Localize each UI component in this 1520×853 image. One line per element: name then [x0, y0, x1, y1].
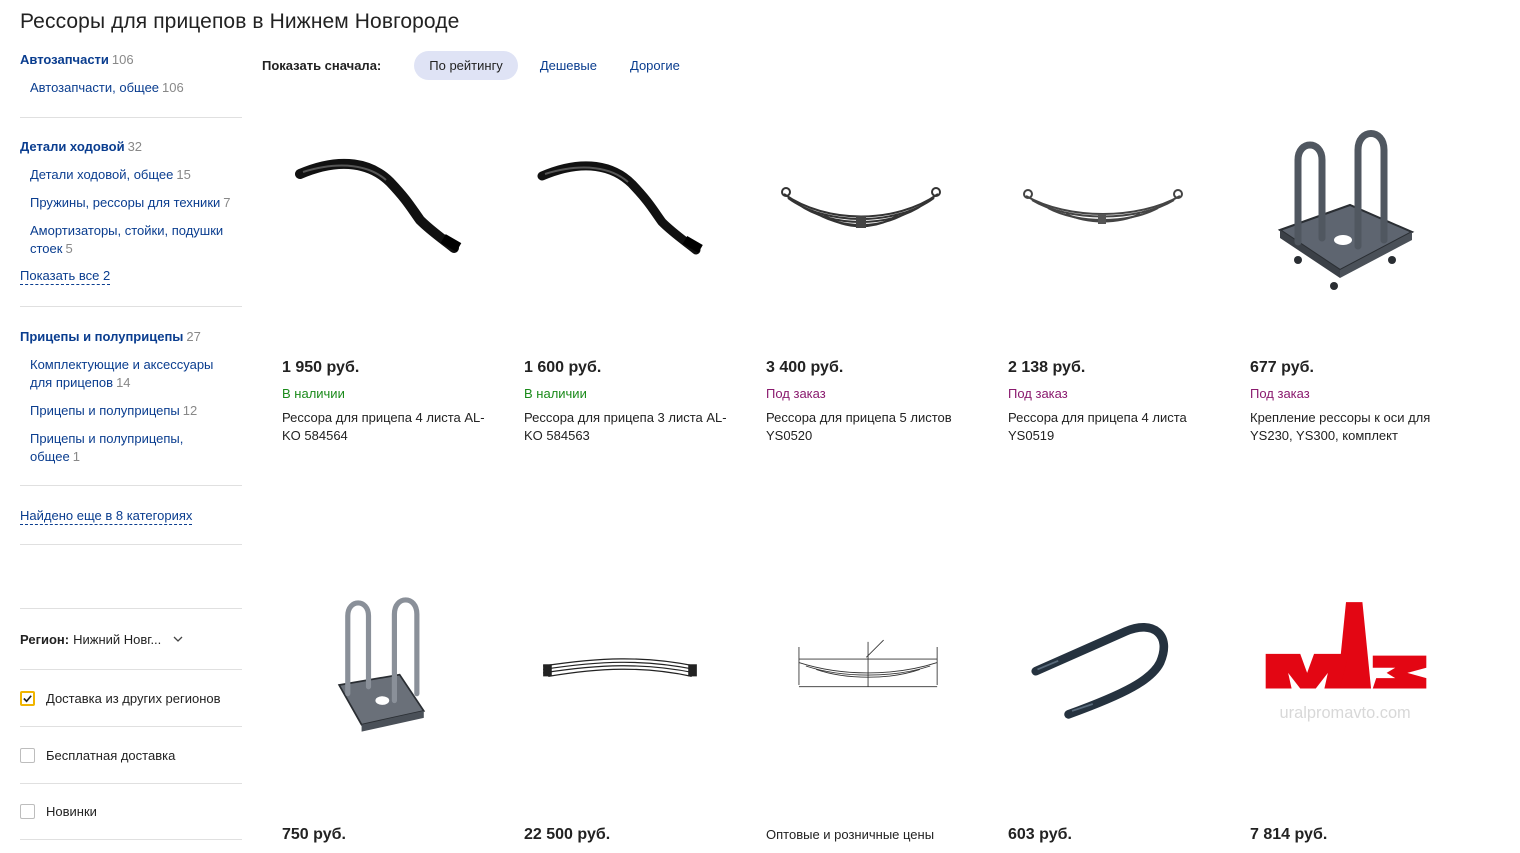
product-card[interactable]: 750 руб.: [282, 590, 512, 853]
category-trailers-link[interactable]: Прицепы и полуприцепы 27: [20, 328, 242, 346]
leaf-spring-image[interactable]: [766, 120, 996, 340]
page-title: Рессоры для прицепов в Нижнем Новгороде: [20, 10, 460, 33]
product-price: 3 400 руб.: [766, 359, 844, 376]
sort-bar: Показать сначала: По рейтингу Дешевые До…: [262, 51, 698, 80]
maz-logo-image[interactable]: uralpromavto.com: [1250, 590, 1480, 780]
filter-label: Доставка из других регионов: [46, 690, 221, 706]
product-price: 22 500 руб.: [524, 826, 611, 843]
leaf-spring-stack-image[interactable]: [524, 590, 754, 780]
product-card[interactable]: 603 руб.: [1008, 590, 1238, 853]
sort-label: Показать сначала:: [262, 58, 382, 73]
subcategory-link[interactable]: Детали ходовой, общее 15: [20, 166, 242, 184]
chevron-down-icon: [173, 636, 183, 642]
product-name[interactable]: Рессора для прицепа 3 листа AL-KO 584563: [524, 409, 734, 445]
found-more-link[interactable]: Найдено еще в 8 категориях: [20, 508, 193, 525]
filter-new-items[interactable]: Новинки: [20, 783, 242, 840]
check-icon: [23, 694, 32, 702]
leaf-spring-curved-image[interactable]: [524, 120, 754, 340]
filter-delivery-other-regions[interactable]: Доставка из других регионов: [20, 669, 242, 726]
product-name[interactable]: Рессора для прицепа 4 листа AL-KO 584564: [282, 409, 492, 445]
category-chassis-link[interactable]: Детали ходовой 32: [20, 138, 242, 156]
u-bolt-image[interactable]: [1008, 590, 1238, 780]
watermark-text: uralpromavto.com: [1280, 704, 1411, 722]
filter-free-delivery[interactable]: Бесплатная доставка: [20, 726, 242, 783]
show-all-link[interactable]: Показать все 2: [20, 268, 111, 285]
product-availability: В наличии: [282, 386, 345, 401]
product-availability: В наличии: [524, 386, 587, 401]
product-availability: Под заказ: [1250, 386, 1310, 401]
subcategory-link[interactable]: Прицепы и полуприцепы 12: [20, 402, 242, 420]
subcategory-link[interactable]: Амортизаторы, стойки, подушки стоек 5: [20, 222, 242, 258]
product-price: 2 138 руб.: [1008, 359, 1086, 376]
product-price: 1 600 руб.: [524, 359, 602, 376]
sort-expensive-button[interactable]: Дорогие: [615, 51, 695, 80]
category-group-trailers: Прицепы и полуприцепы 27 Комплектующие и …: [20, 307, 242, 486]
checkbox-checked[interactable]: [20, 690, 35, 706]
category-group-autoparts: Автозапчасти 106 Автозапчасти, общее 106: [20, 51, 242, 118]
u-bolt-plate-image[interactable]: [1250, 120, 1480, 340]
leaf-spring-image[interactable]: [1008, 120, 1238, 340]
filter-label: Новинки: [46, 804, 97, 819]
category-group-chassis: Детали ходовой 32 Детали ходовой, общее 15…: [20, 118, 242, 307]
product-price: 677 руб.: [1250, 359, 1314, 376]
u-bolt-plate-image[interactable]: [282, 590, 512, 780]
product-card[interactable]: 1 950 руб. В наличии Рессора для прицепа…: [282, 120, 512, 450]
category-autoparts-link[interactable]: Автозапчасти 106: [20, 51, 242, 69]
product-card[interactable]: uralpromavto.com 7 814 руб.: [1250, 590, 1480, 853]
product-availability: Под заказ: [766, 386, 826, 401]
product-card[interactable]: 3 400 руб. Под заказ Рессора для прицепа…: [766, 120, 996, 450]
spring-drawing-image[interactable]: [766, 590, 996, 780]
sort-cheap-button[interactable]: Дешевые: [525, 51, 612, 80]
product-price: 750 руб.: [282, 826, 346, 843]
found-more-block: Найдено еще в 8 категориях: [20, 486, 242, 545]
region-label: Регион:: [20, 631, 70, 647]
product-name[interactable]: Рессора для прицепа 4 листа YS0519: [1008, 409, 1218, 445]
product-card[interactable]: 677 руб. Под заказ Крепление рессоры к о…: [1250, 120, 1480, 450]
product-name[interactable]: Рессора для прицепа 5 листов YS0520: [766, 409, 976, 445]
subcategory-link[interactable]: Пружины, рессоры для техники 7: [20, 194, 242, 212]
product-card[interactable]: 2 138 руб. Под заказ Рессора для прицепа…: [1008, 120, 1238, 450]
checkbox[interactable]: [20, 747, 35, 763]
product-price: 1 950 руб.: [282, 359, 360, 376]
filter-label: Бесплатная доставка: [46, 747, 176, 763]
sort-by-rating-button[interactable]: По рейтингу: [414, 51, 518, 80]
subcategory-link[interactable]: Прицепы и полуприцепы, общее 1: [20, 430, 210, 466]
product-availability: Под заказ: [1008, 386, 1068, 401]
product-price: 603 руб.: [1008, 826, 1072, 843]
region-value: Нижний Новг...: [73, 631, 162, 647]
subcategory-link[interactable]: Комплектующие и аксессуары для прицепов 1…: [20, 356, 230, 392]
category-sidebar: Автозапчасти 106 Автозапчасти, общее 106 Д…: [20, 50, 242, 840]
product-card[interactable]: 1 600 руб. В наличии Рессора для прицепа…: [524, 120, 754, 450]
product-card[interactable]: Оптовые и розничные цены уточняйте: [766, 590, 996, 853]
region-selector[interactable]: Регион: Нижний Новг...: [20, 608, 242, 669]
checkbox[interactable]: [20, 804, 35, 819]
product-name[interactable]: Крепление рессоры к оси для YS230, YS300…: [1250, 409, 1460, 445]
product-card[interactable]: 22 500 руб.: [524, 590, 754, 853]
subcategory-link[interactable]: Автозапчасти, общее 106: [20, 79, 242, 97]
product-wholesale-note: Оптовые и розничные цены уточняйте: [766, 827, 935, 842]
product-price: 7 814 руб.: [1250, 826, 1328, 843]
leaf-spring-curved-image[interactable]: [282, 120, 512, 340]
